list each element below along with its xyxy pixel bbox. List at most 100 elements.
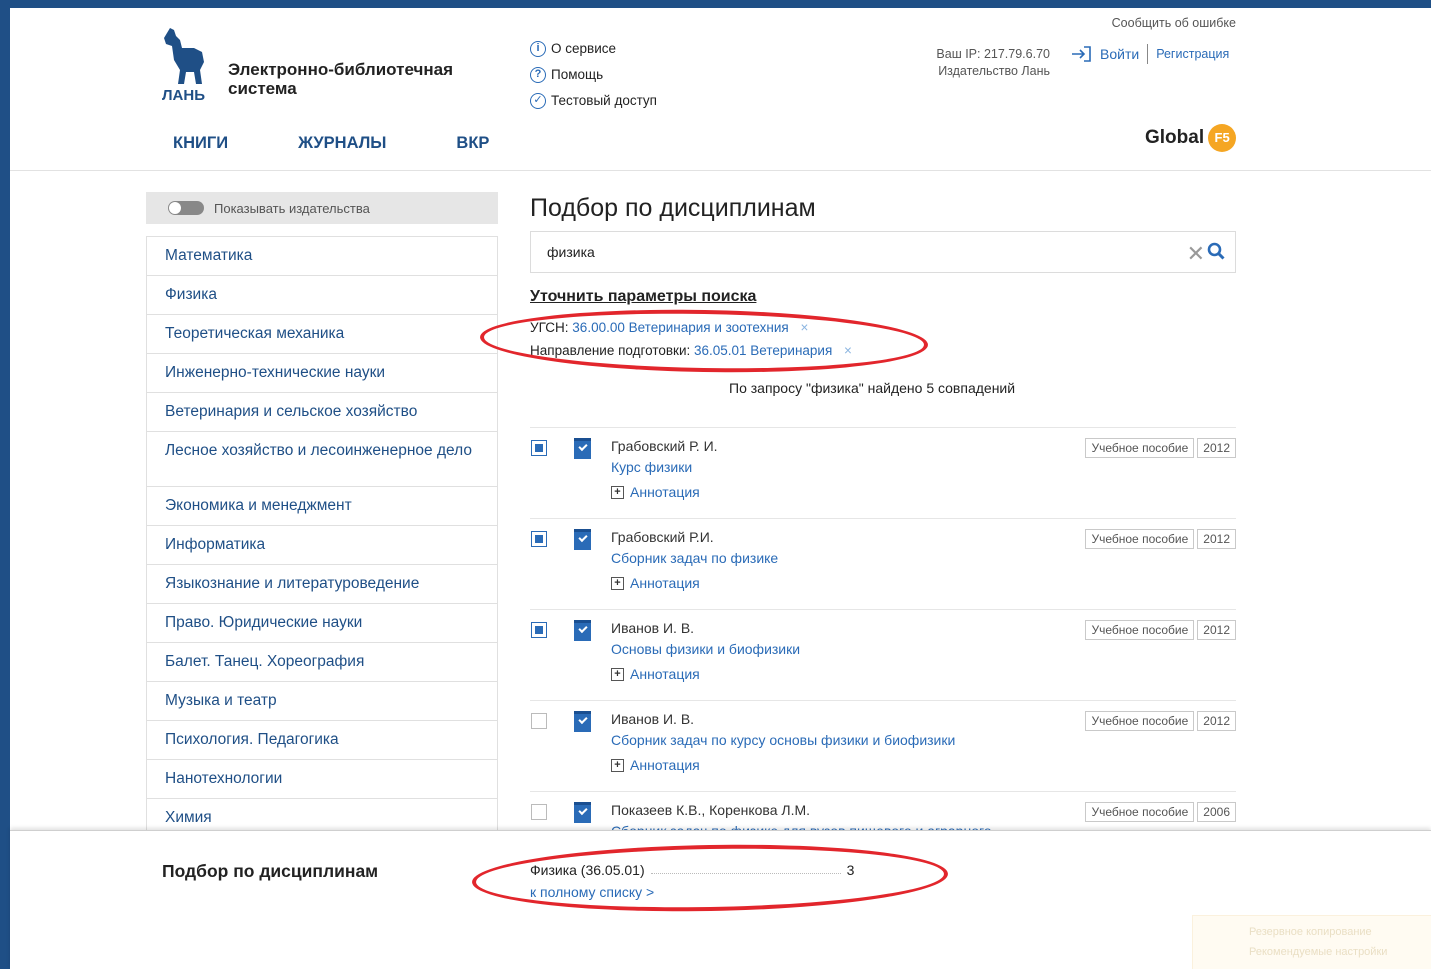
type-badge: Учебное пособие: [1085, 529, 1195, 549]
subject-item[interactable]: Теоретическая механика: [146, 315, 498, 354]
subject-item[interactable]: Физика: [146, 276, 498, 315]
global-f5-logo[interactable]: Global F5: [1145, 124, 1237, 152]
nav-journals[interactable]: ЖУРНАЛЫ: [298, 134, 386, 153]
plus-icon: +: [611, 485, 624, 499]
result-author: Грабовский Р.И.: [611, 529, 714, 545]
subject-item[interactable]: Музыка и театр: [146, 682, 498, 721]
bookmark-icon[interactable]: [574, 620, 591, 641]
faded-line: Резервное копирование: [1249, 926, 1372, 938]
annotation-label: Аннотация: [630, 757, 700, 773]
result-tags: Учебное пособие 2012: [1085, 711, 1236, 731]
header-divider: [10, 170, 1431, 171]
annotation-toggle[interactable]: + Аннотация: [611, 666, 700, 682]
annotation-toggle[interactable]: + Аннотация: [611, 757, 700, 773]
test-access-link[interactable]: ✓ Тестовый доступ: [530, 88, 657, 114]
help-icon: ?: [530, 67, 546, 83]
year-badge: 2012: [1197, 711, 1236, 731]
info-icon: i: [530, 41, 546, 57]
results-list: Грабовский Р. И. Курс физики + Аннотация …: [530, 427, 1236, 882]
subject-item[interactable]: Инженерно-технические науки: [146, 354, 498, 393]
bottom-title: Подбор по дисциплинам: [162, 861, 379, 881]
subject-item[interactable]: Нанотехнологии: [146, 760, 498, 799]
result-title-link[interactable]: Сборник задач по курсу основы физики и б…: [611, 732, 955, 748]
bottom-discipline-panel: Подбор по дисциплинам Физика (36.05.01) …: [10, 830, 1431, 969]
test-access-label: Тестовый доступ: [551, 93, 657, 108]
select-checkbox[interactable]: [531, 440, 547, 456]
search-value: физика: [547, 244, 595, 260]
result-author: Иванов И. В.: [611, 711, 695, 727]
show-publishers-toggle-bar[interactable]: Показывать издательства: [146, 192, 498, 224]
result-tags: Учебное пособие 2006: [1085, 802, 1236, 822]
bookmark-icon[interactable]: [574, 711, 591, 732]
select-checkbox[interactable]: [531, 622, 547, 638]
login-icon: [1072, 46, 1091, 62]
bookmark-icon[interactable]: [574, 438, 591, 459]
refine-title: Уточнить параметры поиска: [530, 288, 757, 305]
plus-icon: +: [611, 758, 624, 772]
bookmark-icon[interactable]: [574, 802, 591, 823]
faded-notification: Резервное копирование Рекомендуемые наст…: [1192, 915, 1431, 969]
ip-info: Ваш IP: 217.79.6.70 Издательство Лань: [930, 46, 1050, 80]
result-author: Иванов И. В.: [611, 620, 695, 636]
result-author: Грабовский Р. И.: [611, 438, 718, 454]
auth-links: Войти Регистрация: [1070, 44, 1229, 64]
select-checkbox[interactable]: [531, 713, 547, 729]
result-title-link[interactable]: Основы физики и биофизики: [611, 641, 800, 657]
annotation-toggle[interactable]: + Аннотация: [611, 575, 700, 591]
svg-text:ЛАНЬ: ЛАНЬ: [162, 87, 205, 104]
bookmark-icon[interactable]: [574, 529, 591, 550]
global-label: Global: [1145, 127, 1205, 148]
lan-logo[interactable]: ЛАНЬ: [160, 26, 216, 104]
check-circle-icon: ✓: [530, 93, 546, 109]
result-title-link[interactable]: Сборник задач по физике: [611, 550, 778, 566]
main-nav: КНИГИ ЖУРНАЛЫ ВКР: [173, 134, 489, 153]
search-icon[interactable]: [1207, 242, 1225, 260]
results-count: По запросу "физика" найдено 5 совпадений: [729, 380, 1016, 396]
subjects-list: Математика Физика Теоретическая механика…: [146, 236, 498, 838]
annotation-ellipse: [471, 840, 949, 916]
login-link[interactable]: Войти: [1100, 46, 1139, 62]
annotation-toggle[interactable]: + Аннотация: [611, 484, 700, 500]
subject-item[interactable]: Право. Юридические науки: [146, 604, 498, 643]
nav-vkr[interactable]: ВКР: [456, 134, 489, 153]
result-tags: Учебное пособие 2012: [1085, 438, 1236, 458]
subject-item[interactable]: Информатика: [146, 526, 498, 565]
faded-line: Рекомендуемые настройки: [1249, 946, 1388, 958]
subject-item[interactable]: Языкознание и литературоведение: [146, 565, 498, 604]
year-badge: 2012: [1197, 529, 1236, 549]
subject-item[interactable]: Лесное хозяйство и лесоинженерное дело: [146, 432, 498, 487]
result-item: Грабовский Р.И. Сборник задач по физике …: [530, 518, 1236, 609]
annotation-label: Аннотация: [630, 575, 700, 591]
type-badge: Учебное пособие: [1085, 438, 1195, 458]
about-link[interactable]: i О сервисе: [530, 36, 657, 62]
annotation-label: Аннотация: [630, 666, 700, 682]
year-badge: 2006: [1197, 802, 1236, 822]
subject-item[interactable]: Математика: [146, 237, 498, 276]
register-link[interactable]: Регистрация: [1156, 47, 1229, 61]
nav-books[interactable]: КНИГИ: [173, 134, 228, 153]
result-title-link[interactable]: Курс физики: [611, 459, 692, 475]
auth-divider: [1147, 44, 1149, 64]
search-input[interactable]: физика ✕: [530, 231, 1236, 273]
subject-item[interactable]: Балет. Танец. Хореография: [146, 643, 498, 682]
year-badge: 2012: [1197, 620, 1236, 640]
f5-badge: F5: [1208, 124, 1237, 152]
toggle-label: Показывать издательства: [214, 200, 370, 216]
help-link[interactable]: ? Помощь: [530, 62, 657, 88]
brand-line-1: Электронно-библиотечная: [228, 60, 453, 79]
report-error-link[interactable]: Сообщить об ошибке: [1112, 16, 1236, 30]
select-checkbox[interactable]: [531, 531, 547, 547]
subject-item[interactable]: Психология. Педагогика: [146, 721, 498, 760]
type-badge: Учебное пособие: [1085, 711, 1195, 731]
brand-line-2: система: [228, 79, 297, 98]
select-checkbox[interactable]: [531, 804, 547, 820]
clear-icon[interactable]: ✕: [1187, 241, 1205, 267]
subject-item[interactable]: Ветеринария и сельское хозяйство: [146, 393, 498, 432]
result-author: Показеев К.В., Коренкова Л.М.: [611, 802, 811, 818]
plus-icon: +: [611, 576, 624, 590]
toggle-switch[interactable]: [168, 201, 204, 215]
result-item: Иванов И. В. Сборник задач по курсу осно…: [530, 700, 1236, 791]
subject-item[interactable]: Экономика и менеджмент: [146, 487, 498, 526]
help-label: Помощь: [551, 67, 604, 82]
type-badge: Учебное пособие: [1085, 802, 1195, 822]
